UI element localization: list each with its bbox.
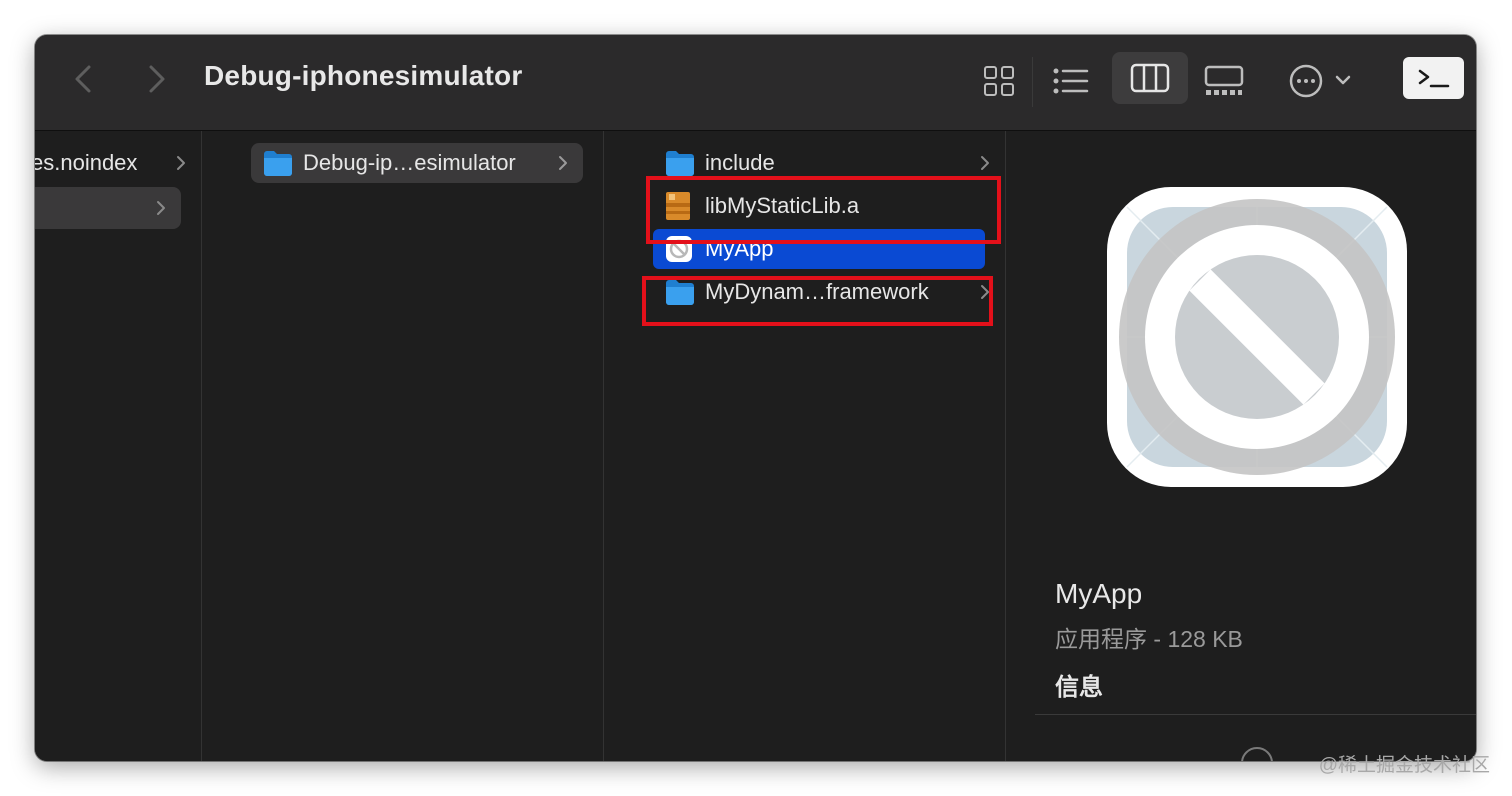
folder-icon xyxy=(264,151,292,176)
preview-file-name: MyApp xyxy=(1055,578,1143,609)
column-2: Debug-ip…esimulator xyxy=(231,131,603,761)
columns-icon xyxy=(1130,63,1170,93)
column-divider[interactable] xyxy=(603,131,604,761)
terminal-button[interactable] xyxy=(1403,57,1464,99)
list-view-button[interactable] xyxy=(1051,57,1091,105)
preview-file-meta: 应用程序 - 128 KB xyxy=(1055,626,1243,652)
circle-icon xyxy=(1241,747,1273,761)
list-icon xyxy=(1053,68,1089,94)
chevron-right-icon xyxy=(177,156,185,170)
preview-info-heading: 信息 xyxy=(1055,674,1103,701)
item-label: es.noindex xyxy=(35,150,138,175)
list-item-selected[interactable] xyxy=(35,187,181,229)
list-item[interactable]: es.noindex xyxy=(35,143,201,183)
toolbar: Debug-iphonesimulator xyxy=(35,35,1476,131)
forward-button[interactable] xyxy=(135,59,175,99)
terminal-icon xyxy=(1418,69,1449,88)
prohibited-app-icon xyxy=(1107,187,1407,487)
item-label: include xyxy=(705,150,775,175)
list-item-selected[interactable]: Debug-ip…esimulator xyxy=(251,143,583,183)
divider xyxy=(1035,714,1476,715)
chevron-right-icon xyxy=(559,156,567,170)
ellipsis-circle-icon xyxy=(1289,64,1351,98)
back-button[interactable] xyxy=(65,59,105,99)
gallery-view-button[interactable] xyxy=(1200,57,1248,105)
icon-view-button[interactable] xyxy=(979,57,1019,105)
highlight-box-static-lib xyxy=(646,176,1001,244)
more-actions-button[interactable] xyxy=(1285,57,1361,105)
column-1: es.noindex xyxy=(35,131,201,761)
gallery-icon xyxy=(1204,65,1244,95)
chevron-right-icon xyxy=(157,201,165,215)
chevron-left-icon xyxy=(75,65,91,93)
column-view-button[interactable] xyxy=(1112,52,1188,104)
highlight-box-dynamic-framework xyxy=(642,276,993,326)
column-divider[interactable] xyxy=(1005,131,1006,761)
toolbar-separator xyxy=(1032,57,1033,107)
preview-pane: MyApp 应用程序 - 128 KB 信息 xyxy=(1035,131,1476,761)
folder-icon xyxy=(666,151,694,176)
item-label: Debug-ip…esimulator xyxy=(303,150,516,175)
finder-window: Debug-iphonesimulator es.noindex Debug-i… xyxy=(35,35,1476,761)
grid-icon xyxy=(984,66,1014,96)
column-divider[interactable] xyxy=(201,131,202,761)
window-title: Debug-iphonesimulator xyxy=(204,60,523,91)
chevron-right-icon xyxy=(981,156,989,170)
chevron-right-icon xyxy=(149,65,165,93)
watermark-text: @稀土掘金技术社区 xyxy=(1318,755,1490,776)
